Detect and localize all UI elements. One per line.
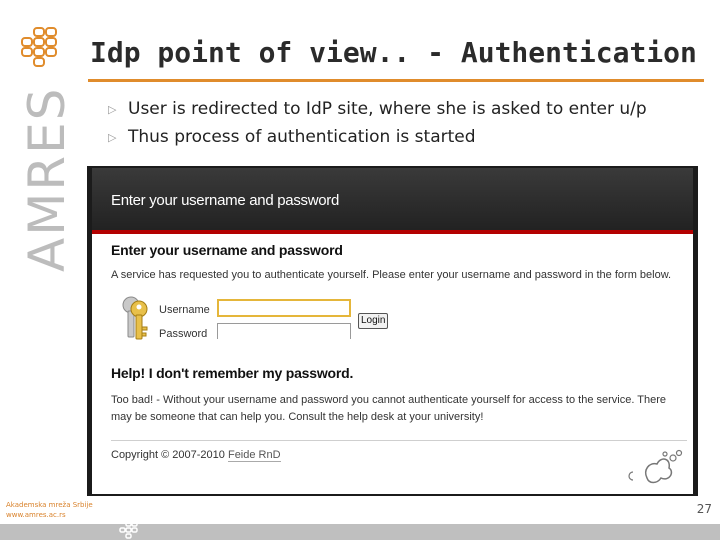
bullet-arrow-icon: ▷: [108, 130, 117, 144]
amres-small-logo-icon: [119, 521, 138, 539]
bullet-arrow-icon: ▷: [108, 102, 117, 116]
password-label: Password: [159, 328, 208, 340]
help-text: Too bad! - Without your username and pas…: [111, 394, 666, 423]
login-page-header: Enter your username and password: [92, 168, 693, 234]
login-heading: Enter your username and password: [111, 242, 343, 258]
username-input[interactable]: [217, 299, 351, 317]
login-form: Username Password Login: [111, 295, 681, 351]
bullet-text: Thus process of authentication is starte…: [128, 127, 476, 147]
footer-url: www.amres.ac.rs: [6, 511, 66, 519]
login-page-body: Enter your username and password A servi…: [92, 234, 693, 494]
bullet-text: User is redirected to IdP site, where sh…: [128, 99, 647, 119]
copyright-text: Copyright © 2007-2010: [111, 449, 225, 461]
feide-rnd-link[interactable]: Feide RnD: [227, 449, 281, 462]
footer-bar: [0, 524, 720, 540]
username-label: Username: [159, 304, 210, 316]
amres-vertical-logo-text: AMRES: [18, 86, 76, 272]
keys-icon: [122, 296, 148, 340]
footer-org-name: Akademska mreža Srbije: [6, 501, 93, 509]
amres-logo-icon: [21, 27, 57, 67]
footer-org-info: Akademska mreža Srbije www.amres.ac.rs: [6, 500, 93, 520]
title-underline: [88, 79, 704, 82]
bullet-item: ▷ Thus process of authentication is star…: [108, 123, 647, 151]
help-heading: Help! I don't remember my password.: [111, 365, 354, 381]
login-button[interactable]: Login: [358, 313, 389, 329]
bullet-item: ▷ User is redirected to IdP site, where …: [108, 95, 647, 123]
bullet-list: ▷ User is redirected to IdP site, where …: [108, 95, 647, 151]
footer-divider: [111, 440, 687, 441]
copyright-line: Copyright © 2007-2010 Feide RnD: [111, 449, 681, 462]
slide-title: Idp point of view.. - Authentication: [90, 36, 697, 69]
service-request-text: A service has requested you to authentic…: [111, 269, 672, 281]
feide-logo-icon: [628, 449, 683, 484]
page-number: 27: [696, 502, 712, 516]
login-page-screenshot: Enter your username and password Enter y…: [87, 166, 698, 496]
password-input[interactable]: [217, 323, 351, 339]
